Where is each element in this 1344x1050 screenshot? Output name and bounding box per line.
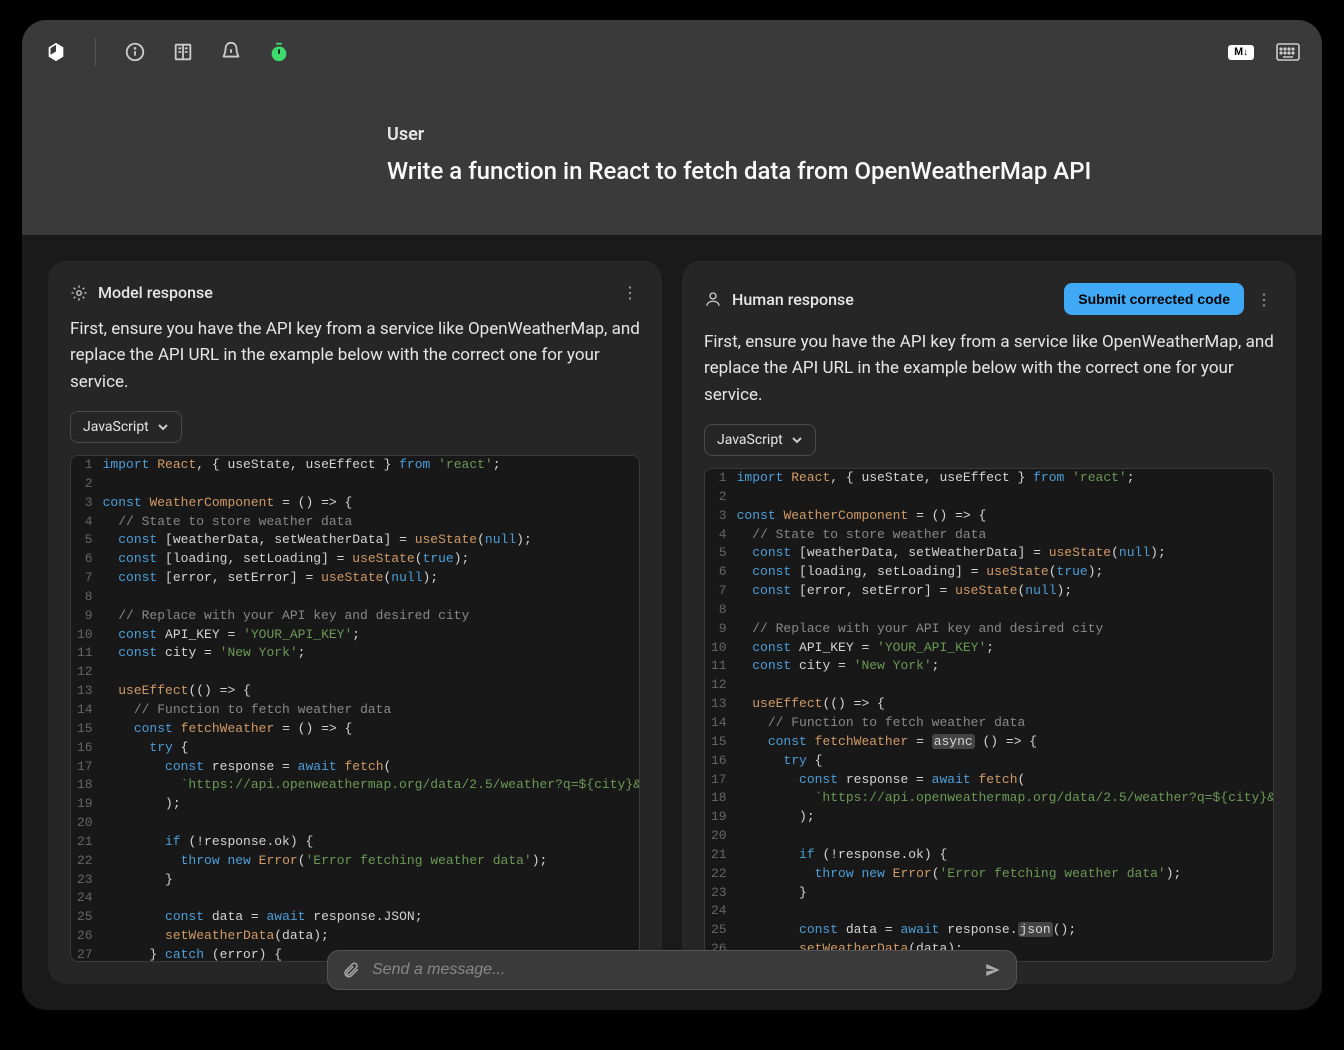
panel-description: First, ensure you have the API key from … — [704, 329, 1274, 408]
code-line: 3const WeatherComponent = () => { — [71, 494, 640, 513]
topbar-divider — [95, 38, 96, 66]
code-line: 26 setWeatherData(data); — [71, 927, 640, 946]
language-label: JavaScript — [717, 432, 783, 448]
code-line: 2 — [705, 488, 1274, 507]
code-line: 13 useEffect(() => { — [705, 695, 1274, 714]
timer-icon[interactable] — [265, 38, 293, 66]
code-line: 4 // State to store weather data — [71, 513, 640, 532]
code-line: 2 — [71, 475, 640, 494]
code-line: 11 const city = 'New York'; — [71, 644, 640, 663]
prompt-section: User Write a function in React to fetch … — [22, 84, 1322, 235]
code-line: 3const WeatherComponent = () => { — [705, 507, 1274, 526]
code-line: 14 // Function to fetch weather data — [705, 714, 1274, 733]
code-line: 10 const API_KEY = 'YOUR_API_KEY'; — [71, 626, 640, 645]
code-line: 7 const [error, setError] = useState(nul… — [71, 569, 640, 588]
code-line: 15 const fetchWeather = () => { — [71, 720, 640, 739]
code-line: 21 if (!response.ok) { — [705, 846, 1274, 865]
code-line: 25 const data = await response.JSON; — [71, 908, 640, 927]
code-line: 10 const API_KEY = 'YOUR_API_KEY'; — [705, 639, 1274, 658]
chevron-down-icon — [157, 421, 169, 433]
code-line: 1import React, { useState, useEffect } f… — [71, 456, 640, 475]
human-response-panel: Human response Submit corrected code ⋮ F… — [682, 261, 1296, 984]
code-line: 24 — [705, 902, 1274, 921]
code-line: 8 — [705, 601, 1274, 620]
model-response-panel: Model response ⋮ First, ensure you have … — [48, 261, 662, 984]
code-line: 16 try { — [71, 739, 640, 758]
code-editor-human[interactable]: 1import React, { useState, useEffect } f… — [704, 468, 1274, 962]
more-icon[interactable]: ⋮ — [1254, 290, 1274, 309]
language-select[interactable]: JavaScript — [704, 424, 816, 456]
chat-input-bar — [327, 950, 1017, 990]
panel-title: Model response — [98, 283, 213, 302]
code-line: 22 throw new Error('Error fetching weath… — [705, 865, 1274, 884]
panel-description: First, ensure you have the API key from … — [70, 316, 640, 395]
code-editor-model[interactable]: 1import React, { useState, useEffect } f… — [70, 455, 640, 962]
chevron-down-icon — [791, 434, 803, 446]
code-line: 19 ); — [705, 808, 1274, 827]
code-line: 13 useEffect(() => { — [71, 682, 640, 701]
attach-icon[interactable] — [342, 961, 360, 979]
code-line: 5 const [weatherData, setWeatherData] = … — [705, 544, 1274, 563]
code-line: 11 const city = 'New York'; — [705, 657, 1274, 676]
sparkle-icon — [70, 284, 88, 302]
language-label: JavaScript — [83, 419, 149, 435]
code-line: 21 if (!response.ok) { — [71, 833, 640, 852]
send-icon[interactable] — [984, 961, 1002, 979]
code-line: 14 // Function to fetch weather data — [71, 701, 640, 720]
code-line: 6 const [loading, setLoading] = useState… — [71, 550, 640, 569]
code-line: 20 — [71, 814, 640, 833]
code-line: 12 — [705, 676, 1274, 695]
prompt-text: Write a function in React to fetch data … — [387, 157, 1307, 185]
code-line: 9 // Replace with your API key and desir… — [705, 620, 1274, 639]
person-icon — [704, 290, 722, 308]
code-line: 17 const response = await fetch( — [705, 771, 1274, 790]
chat-input[interactable] — [372, 961, 972, 979]
code-line: 22 throw new Error('Error fetching weath… — [71, 852, 640, 871]
code-line: 24 — [71, 889, 640, 908]
code-line: 15 const fetchWeather = async () => { — [705, 733, 1274, 752]
code-line: 17 const response = await fetch( — [71, 758, 640, 777]
code-line: 8 — [71, 588, 640, 607]
code-line: 19 ); — [71, 795, 640, 814]
panel-title: Human response — [732, 290, 854, 309]
submit-corrected-code-button[interactable]: Submit corrected code — [1064, 283, 1244, 315]
prompt-role-label: User — [387, 124, 1307, 145]
code-line: 6 const [loading, setLoading] = useState… — [705, 563, 1274, 582]
code-line: 7 const [error, setError] = useState(nul… — [705, 582, 1274, 601]
keyboard-icon[interactable] — [1274, 38, 1302, 66]
book-icon[interactable] — [169, 38, 197, 66]
code-line: 4 // State to store weather data — [705, 526, 1274, 545]
code-line: 16 try { — [705, 752, 1274, 771]
more-icon[interactable]: ⋮ — [620, 283, 640, 302]
code-line: 23 } — [705, 884, 1274, 903]
code-line: 18 `https://api.openweathermap.org/data/… — [71, 776, 640, 795]
topbar: M↓ — [22, 20, 1322, 84]
code-line: 5 const [weatherData, setWeatherData] = … — [71, 531, 640, 550]
code-line: 9 // Replace with your API key and desir… — [71, 607, 640, 626]
code-line: 12 — [71, 663, 640, 682]
code-line: 25 const data = await response.json(); — [705, 921, 1274, 940]
markdown-badge[interactable]: M↓ — [1228, 45, 1254, 60]
logo-icon[interactable] — [42, 38, 70, 66]
alert-icon[interactable] — [217, 38, 245, 66]
info-icon[interactable] — [121, 38, 149, 66]
code-line: 1import React, { useState, useEffect } f… — [705, 469, 1274, 488]
code-line: 18 `https://api.openweathermap.org/data/… — [705, 789, 1274, 808]
code-line: 20 — [705, 827, 1274, 846]
code-line: 23 } — [71, 871, 640, 890]
language-select[interactable]: JavaScript — [70, 411, 182, 443]
